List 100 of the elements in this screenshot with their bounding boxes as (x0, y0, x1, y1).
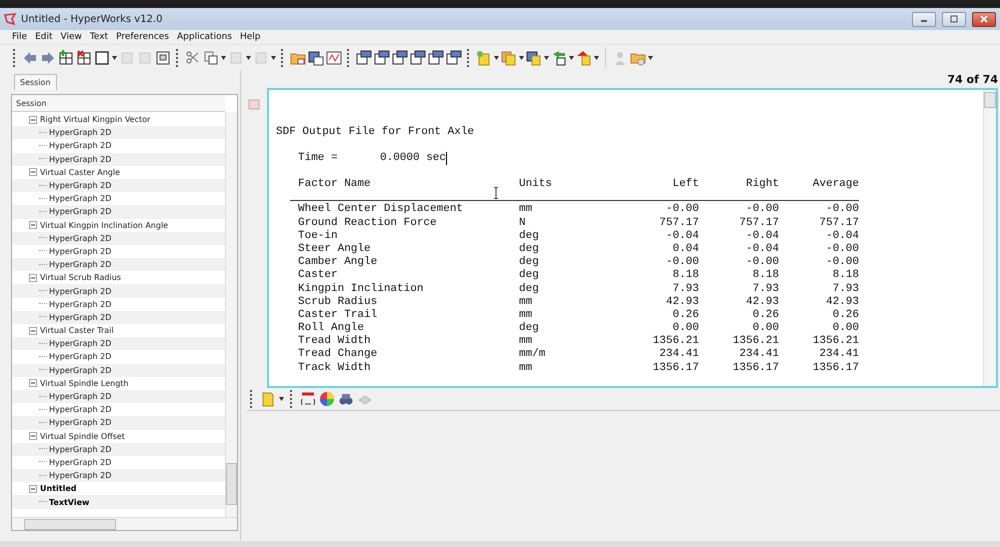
report-title: SDF Output File for Front Axle (276, 126, 476, 138)
plot-icon[interactable] (326, 50, 342, 66)
time-value: 0.0000 sec (380, 152, 446, 165)
binoculars-icon[interactable] (338, 391, 354, 407)
tree-item[interactable]: HyperGraph 2D (49, 392, 112, 402)
delete-page-icon[interactable] (76, 50, 92, 66)
table-cell-text: 1356.17 (732, 362, 779, 375)
table-cell-text: Camber Angle (298, 256, 378, 270)
dropdown-arrow-icon[interactable] (221, 56, 226, 60)
table-cell-text: 0.00 (832, 322, 859, 336)
tree-item[interactable]: HyperGraph 2D (49, 246, 112, 256)
maximize-icon[interactable] (949, 14, 959, 24)
tree-item[interactable]: HyperGraph 2D (49, 352, 112, 362)
tree-item[interactable]: HyperGraph 2D (49, 286, 112, 296)
minimize-button[interactable] (912, 12, 936, 26)
table-cell-text: 0.26 (752, 308, 779, 322)
menu-item[interactable]: File (12, 32, 28, 42)
collapse-icon[interactable] (29, 274, 37, 282)
table-cell-text: 1356.21 (812, 335, 859, 348)
tree-item[interactable]: HyperGraph 2D (49, 458, 112, 467)
tree-item[interactable]: Virtual Caster Trail (40, 326, 114, 336)
collapse-icon[interactable] (29, 326, 37, 335)
window-layout-icon[interactable] (356, 50, 372, 66)
table-cell-text: 234.41 (738, 348, 779, 362)
table-cell-text: -0.00 (744, 256, 779, 270)
menu-item[interactable]: Help (240, 32, 261, 42)
window-layout-icon[interactable] (410, 50, 426, 66)
menu-item[interactable]: View (60, 32, 82, 42)
dropdown-arrow-icon[interactable] (279, 397, 284, 401)
tree-item[interactable]: Virtual Spindle Offset (40, 432, 125, 441)
table-cell-text: 234.41 (818, 348, 859, 362)
collapse-icon[interactable] (29, 432, 37, 440)
scissors-icon[interactable] (185, 50, 201, 66)
table-cell-text: -0.04 (744, 230, 779, 243)
menu-item[interactable]: Applications (177, 32, 232, 42)
menu-item[interactable]: Preferences (116, 32, 169, 42)
window-layout-icon[interactable] (446, 50, 462, 66)
text-view[interactable] (267, 88, 998, 388)
table-cell-text: deg (519, 282, 540, 296)
collapse-icon[interactable] (29, 221, 37, 230)
table-cell-text: -0.04 (744, 242, 779, 256)
collapse-icon[interactable] (29, 484, 37, 493)
tree-item[interactable]: TextView (49, 498, 90, 507)
import-icon[interactable] (551, 50, 567, 66)
table-cell-text: -0.00 (664, 203, 699, 217)
table-cell-text: deg (519, 269, 540, 282)
window-icon[interactable] (155, 50, 171, 66)
app-logo-icon (4, 13, 16, 25)
tree-item[interactable]: Untitled (40, 484, 76, 494)
collapse-icon[interactable] (29, 116, 37, 124)
layout-icon[interactable] (94, 50, 110, 66)
tree-item[interactable]: Virtual Kingpin Inclination Angle (40, 220, 168, 230)
window-layout-icon[interactable] (374, 50, 390, 66)
scrollbar[interactable] (225, 112, 237, 517)
table-cell-text: 8.18 (752, 269, 779, 282)
dropdown-arrow-icon[interactable] (648, 56, 653, 60)
table-cell-text: deg (519, 322, 540, 336)
save-icon[interactable] (526, 50, 542, 66)
dropdown-arrow-icon[interactable] (544, 56, 549, 60)
menu-item[interactable]: Edit (35, 32, 52, 42)
window-layout-icon[interactable] (392, 50, 408, 66)
dropdown-arrow-icon[interactable] (569, 56, 574, 60)
window-layout-icon[interactable] (428, 50, 444, 66)
dropdown-arrow-icon[interactable] (246, 56, 251, 60)
close-icon[interactable] (979, 14, 989, 24)
tree-item[interactable]: Virtual Scrub Radius (40, 273, 121, 282)
dropdown-arrow-icon[interactable] (519, 56, 524, 60)
table-cell-text: Steer Angle (298, 242, 372, 256)
export-icon[interactable] (576, 50, 592, 66)
table-cell-text: deg (519, 242, 540, 256)
dropdown-arrow-icon[interactable] (594, 56, 599, 60)
save-icon[interactable] (308, 50, 324, 66)
table-cell-text: -0.00 (744, 203, 779, 217)
color-wheel-icon[interactable] (319, 391, 335, 407)
tree-item[interactable]: Virtual Caster Angle (40, 168, 120, 177)
scrollbar[interactable] (12, 517, 237, 530)
copy-icon[interactable] (203, 50, 219, 66)
dropdown-arrow-icon[interactable] (494, 56, 499, 60)
menu-item[interactable]: Text (90, 32, 108, 42)
close-button[interactable] (972, 12, 996, 26)
tree-item[interactable]: HyperGraph 2D (49, 194, 112, 204)
dropdown-arrow-icon[interactable] (271, 56, 276, 60)
collapse-icon[interactable] (29, 168, 37, 176)
tree-item[interactable]: HyperGraph 2D (49, 181, 112, 190)
session-tab[interactable]: Session (14, 74, 57, 90)
maximize-button[interactable] (942, 12, 966, 26)
table-cell-text: 0.26 (672, 308, 699, 322)
tree-item[interactable]: HyperGraph 2D (49, 141, 112, 150)
dropdown-arrow-icon[interactable] (112, 56, 117, 60)
tree-item[interactable]: Virtual Spindle Length (40, 378, 128, 388)
table-cell-text: 8.18 (832, 269, 859, 282)
scrollbar[interactable] (983, 90, 996, 386)
tree-item[interactable]: Right Virtual Kingpin Vector (40, 115, 150, 124)
collapse-icon[interactable] (29, 379, 37, 388)
add-page-icon[interactable] (58, 50, 74, 66)
tree-item[interactable]: HyperGraph 2D (49, 300, 112, 309)
tree-item[interactable]: HyperGraph 2D (49, 405, 112, 414)
column-header: Units (519, 177, 554, 190)
arrow-left-icon[interactable] (22, 50, 38, 66)
spell-check-icon[interactable] (300, 391, 316, 407)
